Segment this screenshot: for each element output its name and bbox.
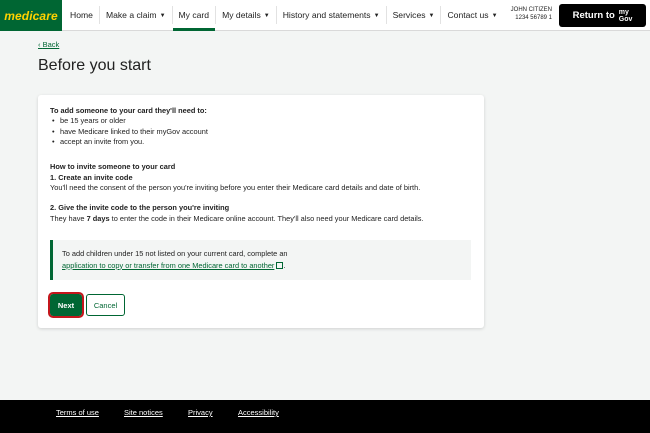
nav-item-contact-us[interactable]: Contact us ▼ bbox=[441, 0, 503, 30]
nav-item-my-card[interactable]: My card bbox=[172, 0, 216, 31]
list-item: have Medicare linked to their myGov acco… bbox=[50, 127, 208, 138]
nav-item-make-a-claim[interactable]: Make a claim ▼ bbox=[100, 0, 172, 30]
mygov-logo-top: my bbox=[618, 8, 629, 16]
footer: Terms of use Site notices Privacy Access… bbox=[0, 400, 650, 433]
chevron-down-icon: ▼ bbox=[491, 13, 498, 19]
step2-days: 7 days bbox=[86, 214, 110, 223]
top-navigation: medicare Home Make a claim ▼ My card My … bbox=[0, 0, 650, 31]
nav-label: History and statements bbox=[282, 10, 371, 20]
mygov-logo: my Gov bbox=[619, 9, 633, 23]
content-card: To add someone to your card they'll need… bbox=[38, 95, 484, 328]
footer-link-accessibility[interactable]: Accessibility bbox=[238, 408, 279, 417]
how-to-invite-heading: How to invite someone to your card bbox=[50, 162, 176, 171]
main-menu: Home Make a claim ▼ My card My details ▼… bbox=[64, 0, 504, 31]
nav-item-home[interactable]: Home bbox=[64, 0, 99, 30]
list-item: accept an invite from you. bbox=[50, 137, 208, 148]
nav-label: My card bbox=[178, 10, 210, 20]
page-title: Before you start bbox=[38, 57, 151, 74]
step2-text-before: They have bbox=[50, 214, 87, 223]
callout-text-line: To add children under 15 not listed on y… bbox=[62, 249, 288, 258]
user-info: JOHN CITIZEN 1234 56789 1 bbox=[511, 7, 552, 22]
step2-text-after: to enter the code in their Medicare onli… bbox=[109, 214, 424, 223]
nav-label: Home bbox=[70, 10, 93, 20]
cancel-button-label: Cancel bbox=[93, 300, 118, 310]
requirements-list: be 15 years or older have Medicare linke… bbox=[50, 116, 208, 148]
footer-link-site-notices[interactable]: Site notices bbox=[124, 408, 163, 417]
chevron-down-icon: ▼ bbox=[263, 13, 270, 19]
back-link-label: Back bbox=[42, 40, 60, 49]
nav-item-my-details[interactable]: My details ▼ bbox=[216, 0, 276, 30]
step2-text: They have 7 days to enter the code in th… bbox=[50, 214, 424, 225]
chevron-down-icon: ▼ bbox=[428, 13, 435, 19]
user-card-number: 1234 56789 1 bbox=[515, 14, 552, 21]
step2-heading: 2. Give the invite code to the person yo… bbox=[50, 203, 230, 212]
nav-label: Services bbox=[392, 10, 426, 20]
mygov-logo-bottom: Gov bbox=[618, 15, 633, 23]
chevron-down-icon: ▼ bbox=[373, 13, 380, 19]
list-item: be 15 years or older bbox=[50, 116, 208, 127]
step1-text: You'll need the consent of the person yo… bbox=[50, 183, 421, 192]
footer-link-terms-of-use[interactable]: Terms of use bbox=[56, 408, 99, 417]
chevron-down-icon: ▼ bbox=[159, 13, 166, 19]
cancel-button[interactable]: Cancel bbox=[86, 294, 125, 316]
nav-label: My details bbox=[222, 10, 261, 20]
nav-item-services[interactable]: Services ▼ bbox=[387, 0, 441, 30]
user-name: JOHN CITIZEN bbox=[510, 7, 552, 13]
return-to-mygov-button[interactable]: Return to my Gov bbox=[559, 4, 646, 27]
callout-suffix: . bbox=[283, 260, 286, 270]
callout-text: To add children under 15 not listed on y… bbox=[62, 248, 288, 271]
info-callout: To add children under 15 not listed on y… bbox=[50, 240, 471, 280]
nav-label: Make a claim bbox=[105, 10, 157, 20]
medicare-logo[interactable]: medicare bbox=[0, 0, 62, 31]
nav-label: Contact us bbox=[447, 10, 489, 20]
application-link[interactable]: application to copy or transfer from one… bbox=[62, 261, 274, 270]
next-button[interactable]: Next bbox=[48, 292, 84, 318]
next-button-label: Next bbox=[57, 300, 75, 310]
footer-link-privacy[interactable]: Privacy bbox=[188, 408, 213, 417]
back-link[interactable]: ‹ Back bbox=[38, 40, 59, 49]
application-link-label: application to copy or transfer from one… bbox=[62, 260, 275, 270]
nav-item-history-and-statements[interactable]: History and statements ▼ bbox=[277, 0, 386, 30]
logo-text: medicare bbox=[4, 8, 58, 23]
return-to-label: Return to bbox=[572, 10, 615, 21]
external-link-icon bbox=[276, 261, 284, 269]
